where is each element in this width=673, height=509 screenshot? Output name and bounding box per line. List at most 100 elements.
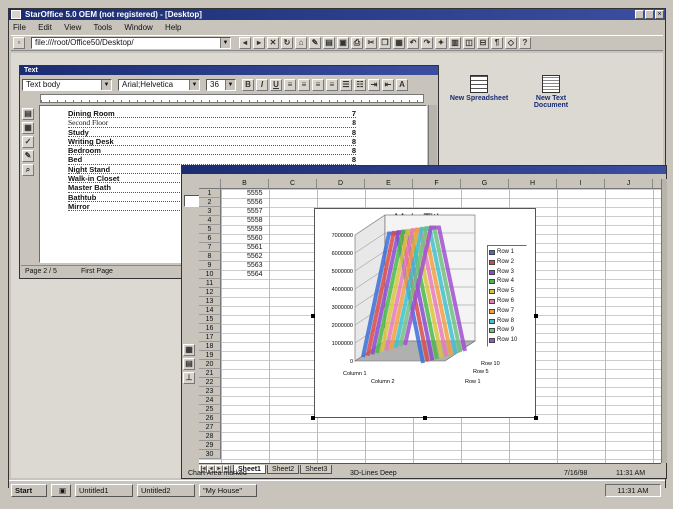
row-header[interactable]: 9 xyxy=(199,261,221,270)
reload-icon[interactable]: ↻ xyxy=(281,37,293,49)
undo-icon[interactable]: ↶ xyxy=(407,37,419,49)
minimize-button[interactable] xyxy=(635,10,644,19)
row-header[interactable]: 25 xyxy=(199,405,221,414)
row-header[interactable]: 28 xyxy=(199,432,221,441)
row-header[interactable]: 27 xyxy=(199,423,221,432)
row-header[interactable]: 22 xyxy=(199,378,221,387)
url-dropdown-arrow[interactable]: ▼ xyxy=(220,38,230,48)
font-name-arrow[interactable]: ▼ xyxy=(189,80,199,90)
font-size-select[interactable]: 36 ▼ xyxy=(206,79,236,91)
stylist-icon[interactable]: ¶ xyxy=(491,37,503,49)
column-header[interactable]: H xyxy=(509,179,557,189)
align-center-icon[interactable]: ≡ xyxy=(298,79,310,91)
row-header[interactable]: 18 xyxy=(199,342,221,351)
selection-handle[interactable] xyxy=(423,416,427,420)
bold-icon[interactable]: B xyxy=(242,79,254,91)
align-right-icon[interactable]: ≡ xyxy=(312,79,324,91)
menu-view[interactable]: View xyxy=(64,23,81,32)
row-header[interactable]: 11 xyxy=(199,279,221,288)
row-header[interactable]: 20 xyxy=(199,360,221,369)
align-left-icon[interactable]: ≡ xyxy=(284,79,296,91)
row-header[interactable]: 21 xyxy=(199,369,221,378)
spellcheck-icon[interactable]: ✓ xyxy=(22,136,34,148)
row-header[interactable]: 26 xyxy=(199,414,221,423)
justify-icon[interactable]: ≡ xyxy=(326,79,338,91)
save-icon[interactable]: ▣ xyxy=(337,37,349,49)
row-header[interactable]: 7 xyxy=(199,243,221,252)
row-header[interactable]: 5 xyxy=(199,225,221,234)
row-header[interactable]: 13 xyxy=(199,297,221,306)
new-spreadsheet-icon[interactable]: New Spreadsheet xyxy=(449,75,509,102)
insert-icon[interactable]: ▤ xyxy=(22,108,34,120)
menu-window[interactable]: Window xyxy=(124,23,152,32)
outdent-icon[interactable]: ⇤ xyxy=(382,79,394,91)
italic-icon[interactable]: I xyxy=(256,79,268,91)
navigator-icon[interactable]: ✦ xyxy=(435,37,447,49)
row-header[interactable]: 24 xyxy=(199,396,221,405)
gallery-icon[interactable]: ▥ xyxy=(449,37,461,49)
draw-icon[interactable]: ✎ xyxy=(22,150,34,162)
font-size-arrow[interactable]: ▼ xyxy=(225,80,235,90)
select-all-corner[interactable] xyxy=(199,179,221,189)
row-header[interactable]: 16 xyxy=(199,324,221,333)
row-header[interactable]: 6 xyxy=(199,234,221,243)
copy-icon[interactable]: ❐ xyxy=(379,37,391,49)
row-header[interactable]: 10 xyxy=(199,270,221,279)
column-header[interactable]: C xyxy=(269,179,317,189)
menu-file[interactable]: File xyxy=(13,23,26,32)
taskbar-my-house[interactable]: "My House" xyxy=(199,484,257,497)
calc-vertical-scrollbar[interactable] xyxy=(661,179,667,463)
row-header[interactable]: 14 xyxy=(199,306,221,315)
row-header[interactable]: 15 xyxy=(199,315,221,324)
row-header[interactable]: 3 xyxy=(199,207,221,216)
chart-legend-icon[interactable]: ▤ xyxy=(183,358,195,370)
bullets-icon[interactable]: ☷ xyxy=(354,79,366,91)
column-header[interactable]: G xyxy=(461,179,509,189)
url-field[interactable]: file:///root/Office50/Desktop/ ▼ xyxy=(31,37,231,49)
home-icon[interactable]: ⌂ xyxy=(295,37,307,49)
chart-object[interactable]: Main Title 70000006000000500000040000003… xyxy=(314,208,536,418)
row-header[interactable]: 1 xyxy=(199,189,221,198)
row-header[interactable]: 12 xyxy=(199,288,221,297)
row-header[interactable]: 17 xyxy=(199,333,221,342)
row-header[interactable]: 29 xyxy=(199,441,221,450)
taskbar-quick-icon[interactable]: ▣ xyxy=(51,484,71,497)
column-header[interactable]: E xyxy=(365,179,413,189)
row-header[interactable]: 8 xyxy=(199,252,221,261)
row-header[interactable]: 4 xyxy=(199,216,221,225)
taskbar-untitled2[interactable]: Untitled2 xyxy=(137,484,195,497)
print-icon[interactable]: ⎙ xyxy=(351,37,363,49)
chart-data-icon[interactable]: ▦ xyxy=(183,344,195,356)
beamer-icon[interactable]: ⊟ xyxy=(477,37,489,49)
column-header[interactable]: F xyxy=(413,179,461,189)
selection-handle[interactable] xyxy=(311,314,315,318)
menu-tools[interactable]: Tools xyxy=(93,23,112,32)
column-header[interactable]: B xyxy=(221,179,269,189)
row-header[interactable]: 2 xyxy=(199,198,221,207)
indent-icon[interactable]: ⇥ xyxy=(368,79,380,91)
open-icon[interactable]: ▤ xyxy=(323,37,335,49)
selection-handle[interactable] xyxy=(534,314,538,318)
paste-icon[interactable]: ▦ xyxy=(393,37,405,49)
redo-icon[interactable]: ↷ xyxy=(421,37,433,49)
maximize-button[interactable] xyxy=(645,10,654,19)
column-header[interactable]: K xyxy=(653,179,661,189)
close-button[interactable]: × xyxy=(655,10,664,19)
help-icon[interactable]: ? xyxy=(519,37,531,49)
row-header[interactable]: 30 xyxy=(199,450,221,459)
underline-icon[interactable]: U xyxy=(270,79,282,91)
menu-help[interactable]: Help xyxy=(165,23,181,32)
find-icon[interactable]: ⌕ xyxy=(22,164,34,176)
row-header[interactable]: 23 xyxy=(199,387,221,396)
column-header[interactable]: J xyxy=(605,179,653,189)
taskbar-untitled1[interactable]: Untitled1 xyxy=(75,484,133,497)
selection-handle[interactable] xyxy=(311,416,315,420)
forward-icon[interactable]: ▸ xyxy=(253,37,265,49)
edit-icon[interactable]: ✎ xyxy=(309,37,321,49)
column-header[interactable]: D xyxy=(317,179,365,189)
draw-functions-icon[interactable]: ◇ xyxy=(505,37,517,49)
chart-axes-icon[interactable]: ⊥ xyxy=(183,372,195,384)
column-header[interactable]: I xyxy=(557,179,605,189)
paragraph-style-arrow[interactable]: ▼ xyxy=(101,80,111,90)
row-header[interactable]: 19 xyxy=(199,351,221,360)
